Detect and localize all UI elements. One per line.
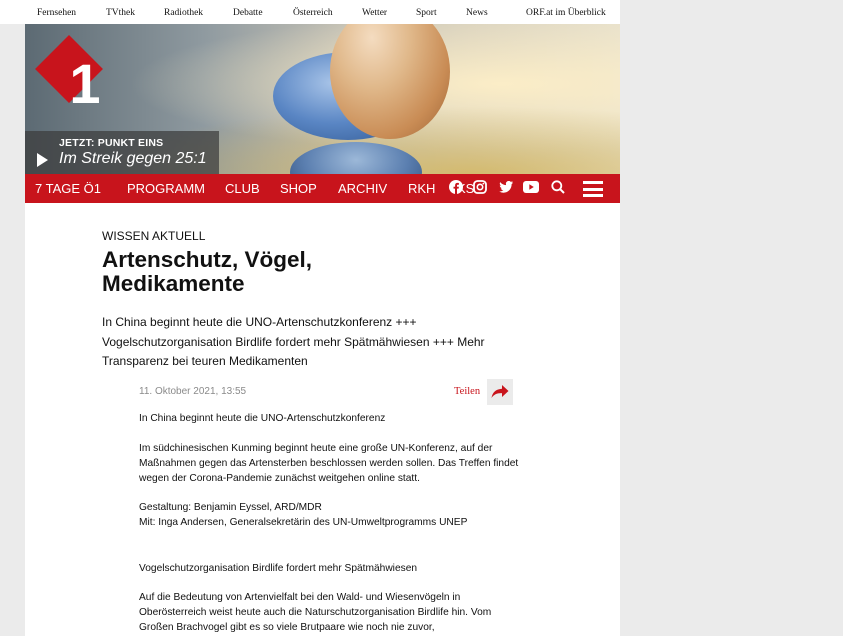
article-title: Artenschutz, Vögel, Medikamente bbox=[102, 247, 313, 296]
oe1-logo-glyph: 1 bbox=[69, 52, 101, 115]
orf-nav-fernsehen[interactable]: Fernsehen bbox=[37, 8, 76, 18]
orf-nav-ueberblick[interactable]: ORF.at im Überblick bbox=[526, 8, 606, 18]
play-icon[interactable] bbox=[37, 153, 48, 167]
share-link[interactable]: Teilen bbox=[454, 386, 480, 397]
orf-nav-oesterreich[interactable]: Österreich bbox=[293, 8, 333, 18]
orf-nav-tvthek[interactable]: TVthek bbox=[106, 8, 135, 18]
header-banner: 1 JETZT: PUNKT EINS Im Streik gegen 25:1 bbox=[25, 24, 620, 174]
share-button[interactable] bbox=[487, 379, 513, 405]
facebook-icon[interactable] bbox=[449, 180, 463, 197]
article-date: 11. Oktober 2021, 13:55 bbox=[139, 386, 247, 397]
now-playing-box[interactable]: JETZT: PUNKT EINS Im Streik gegen 25:1 bbox=[25, 131, 219, 174]
body-paragraph-2: Auf die Bedeutung von Artenvielfalt bei … bbox=[139, 592, 492, 633]
search-icon[interactable] bbox=[551, 180, 565, 197]
body-paragraph-1: Im südchinesischen Kunming beginnt heute… bbox=[139, 443, 519, 484]
now-playing-title: Im Streik gegen 25:1 bbox=[59, 150, 207, 167]
menu-icon[interactable] bbox=[583, 181, 603, 197]
youtube-icon[interactable] bbox=[523, 180, 539, 196]
nav-programm[interactable]: PROGRAMM bbox=[127, 181, 205, 196]
body-credit-author: Gestaltung: Benjamin Eyssel, ARD/MDR bbox=[139, 502, 322, 513]
orf-nav-wetter[interactable]: Wetter bbox=[362, 8, 387, 18]
body-subheading-1: In China beginnt heute die UNO-Artenschu… bbox=[139, 413, 386, 424]
orf-top-nav: Fernsehen TVthek Radiothek Debatte Öster… bbox=[0, 0, 620, 24]
main-nav: 7 TAGE Ö1 PROGRAMM CLUB SHOP ARCHIV RKH … bbox=[25, 174, 620, 203]
twitter-icon[interactable] bbox=[499, 180, 513, 196]
share-arrow-icon bbox=[491, 385, 509, 398]
nav-shop[interactable]: SHOP bbox=[280, 181, 317, 196]
now-playing-label: JETZT: PUNKT EINS bbox=[59, 137, 164, 149]
orf-nav-debatte[interactable]: Debatte bbox=[233, 8, 263, 18]
instagram-icon[interactable] bbox=[473, 180, 487, 197]
nav-archiv[interactable]: ARCHIV bbox=[338, 181, 387, 196]
body-credit-guest: Mit: Inga Andersen, Generalsekretärin de… bbox=[139, 517, 468, 528]
orf-nav-sport[interactable]: Sport bbox=[416, 8, 437, 18]
orf-nav-news[interactable]: News bbox=[466, 8, 488, 18]
orf-nav-radiothek[interactable]: Radiothek bbox=[164, 8, 203, 18]
nav-rkh[interactable]: RKH bbox=[408, 181, 435, 196]
nav-club[interactable]: CLUB bbox=[225, 181, 260, 196]
article-kicker: WISSEN AKTUELL bbox=[102, 229, 206, 243]
body-subheading-2: Vogelschutzorganisation Birdlife fordert… bbox=[139, 563, 418, 574]
article-lead: In China beginnt heute die UNO-Artenschu… bbox=[102, 315, 485, 368]
nav-7-tage[interactable]: 7 TAGE Ö1 bbox=[35, 181, 101, 196]
